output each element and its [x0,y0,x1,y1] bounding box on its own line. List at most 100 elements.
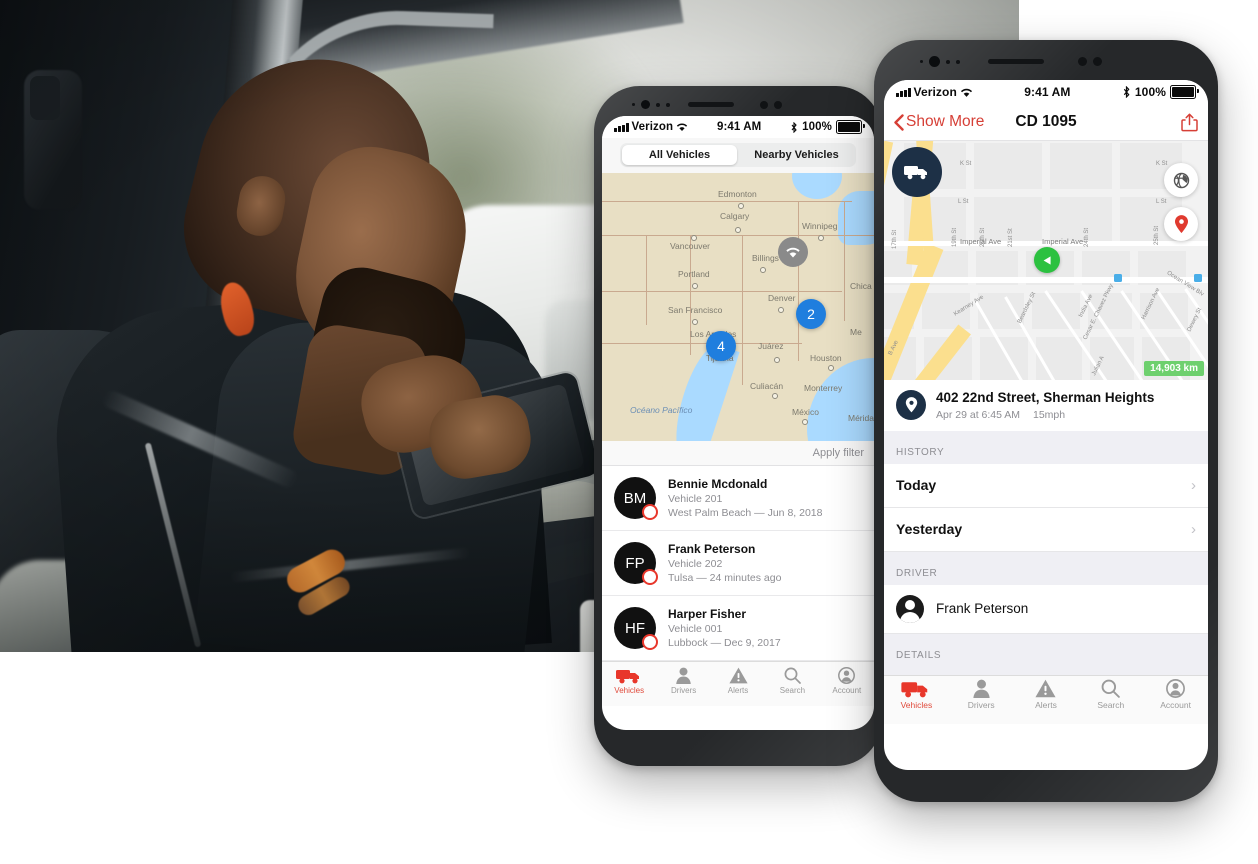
vehicle-list-item[interactable]: HF Harper Fisher Vehicle 001 Lubbock — D… [602,596,874,661]
map-cluster-marker[interactable]: 2 [796,299,826,329]
street-label: 17th St [892,229,898,249]
phone-screen-vehicle-detail: Verizon 9:41 AM 100% Show More CD 1095 K… [884,80,1208,770]
avatar: BM [614,477,658,520]
street-label: K St [1156,161,1168,167]
street-label: Imperial Ave [1042,237,1084,246]
tab-drivers[interactable]: Drivers [949,676,1014,710]
phone-vehicle-list: Verizon 9:41 AM 100% All Vehicles Nearby… [594,86,882,766]
history-row-yesterday[interactable]: Yesterday › [884,507,1208,552]
vehicle-driver-name: Bennie Mcdonald [668,477,768,491]
tab-alerts[interactable]: Alerts [1014,676,1079,710]
apply-filter-button[interactable]: Apply filter [813,447,864,459]
vehicle-id: Vehicle 202 [668,558,723,570]
status-badge [642,634,658,650]
tab-bar: Vehicles Drivers Alerts Search Account [884,674,1208,724]
map-city-label: Mérida [848,413,874,423]
tab-alerts[interactable]: Alerts [711,662,765,695]
status-badge [642,569,658,585]
bluetooth-icon [791,121,797,133]
vehicle-location: Tulsa — 24 minutes ago [668,572,782,584]
avatar: HF [614,607,658,650]
map-city-label: San Francisco [668,305,723,315]
warning-triangle-icon [728,667,748,684]
map-city-label: Billings [752,253,779,263]
apply-filter-bar[interactable]: Apply filter [602,441,874,466]
back-button[interactable]: Show More [894,113,984,131]
street-label: 24th St [1084,227,1090,247]
vehicle-location-map[interactable]: K St L St K St L St Imperial Ave Imperia… [884,141,1208,380]
map-city-label: Culiacán [750,381,784,391]
avatar-initials: FP [625,554,645,572]
map-layers-button[interactable] [1164,163,1198,197]
tab-vehicles[interactable]: Vehicles [884,676,949,710]
avatar-initials: HF [625,619,645,637]
chevron-right-icon: › [1191,520,1196,538]
battery-icon [836,120,865,134]
account-circle-icon [1166,678,1186,698]
driver-row[interactable]: Frank Peterson [884,584,1208,634]
tab-account[interactable]: Account [1143,676,1208,710]
driver-name: Frank Peterson [936,601,1029,617]
phone-screen-vehicle-list: Verizon 9:41 AM 100% All Vehicles Nearby… [602,116,874,730]
map-city-label: Edmonton [718,189,757,199]
phone-vehicle-detail: Verizon 9:41 AM 100% Show More CD 1095 K… [874,40,1218,802]
tab-label: Account [1160,699,1191,710]
map-ocean-label: Océano Pacífico [630,405,693,415]
battery-percent: 100% [1134,85,1166,99]
back-label: Show More [906,113,985,130]
address-timestamp: Apr 29 at 6:45 AM [936,408,1021,421]
tab-label: Search [1097,699,1125,710]
status-bar: Verizon 9:41 AM 100% [602,116,874,138]
cellular-signal-icon [896,87,911,97]
street-label: L St [958,199,969,205]
map-city-label: Chica [850,281,872,291]
street-label: 21st St [1008,228,1014,247]
warning-triangle-icon [1035,679,1057,698]
tab-label: Alerts [727,686,749,695]
address-title: 402 22nd Street, Sherman Heights [936,390,1155,405]
history-row-today[interactable]: Today › [884,463,1208,508]
vehicle-driver-name: Frank Peterson [668,542,756,556]
vehicle-list-item[interactable]: BM Bennie Mcdonald Vehicle 201 West Palm… [602,466,874,531]
history-label: Today [896,477,937,494]
avatar: FP [614,542,658,585]
tab-bar: Vehicles Drivers Alerts Search Account [602,661,874,706]
wifi-icon [960,88,972,97]
distance-badge: 14,903 km [1144,361,1204,376]
tab-label: Vehicles [900,699,933,710]
battery-icon [1170,85,1199,99]
section-header-details: DETAILS [884,633,1208,675]
carrier-label: Verizon [913,85,957,99]
map-city-label: Calgary [720,211,750,221]
segment-all-vehicles[interactable]: All Vehicles [622,145,737,165]
tab-account[interactable]: Account [820,662,874,695]
segment-nearby-vehicles[interactable]: Nearby Vehicles [739,145,854,165]
tab-label: Drivers [670,686,697,695]
map-city-label: Winnipeg [802,221,838,231]
globe-layers-icon [1173,172,1189,188]
wifi-badge-icon[interactable] [778,237,808,267]
truck-marker-icon[interactable] [892,147,942,197]
navigation-bar: Show More CD 1095 [884,104,1208,141]
truck-icon [616,667,642,684]
carrier-label: Verizon [631,121,674,133]
tab-drivers[interactable]: Drivers [656,662,710,695]
map-city-label: Juárez [758,341,784,351]
vehicle-scope-segmented-control[interactable]: All Vehicles Nearby Vehicles [602,138,874,173]
share-button[interactable] [1181,113,1198,132]
heading-arrow-icon[interactable] [1034,247,1060,273]
tab-search[interactable]: Search [1078,676,1143,710]
battery-percent: 100% [802,121,832,133]
tab-label: Search [779,686,806,695]
map-city-label: Denver [768,293,796,303]
map-cluster-marker[interactable]: 4 [706,331,736,361]
vehicle-list-item[interactable]: FP Frank Peterson Vehicle 202 Tulsa — 24… [602,531,874,596]
tab-vehicles[interactable]: Vehicles [602,662,656,695]
history-label: Yesterday [896,521,963,538]
tab-search[interactable]: Search [765,662,819,695]
locate-button[interactable] [1164,207,1198,241]
vehicle-id: Vehicle 201 [668,493,723,505]
current-location-row[interactable]: 402 22nd Street, Sherman Heights Apr 29 … [884,380,1208,431]
fleet-overview-map[interactable]: Edmonton Calgary Winnipeg Vancouver Bill… [602,173,874,441]
bluetooth-icon [1123,86,1130,98]
